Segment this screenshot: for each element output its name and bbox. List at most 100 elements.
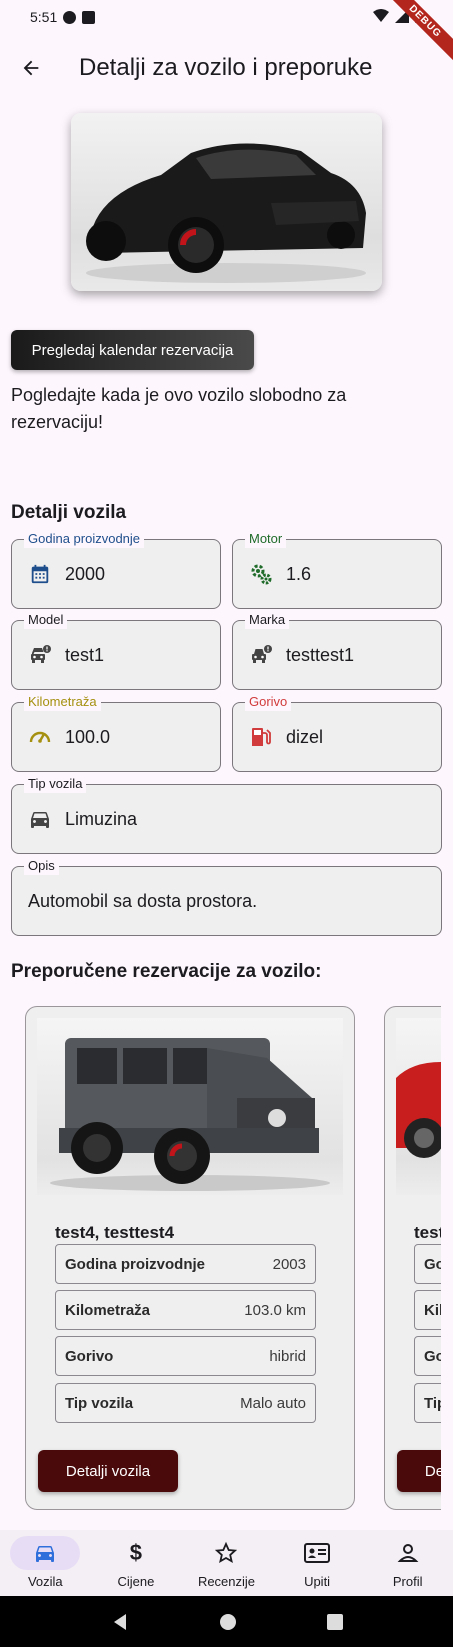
spec-value: Malo auto [240,1394,306,1412]
nav-item-profil[interactable]: Profil [362,1530,453,1596]
spec-row-year: Godina proizvodnje 2003 [55,1244,316,1284]
calendar-icon [27,561,53,587]
view-calendar-button[interactable]: Pregledaj kalendar rezervacija [11,330,254,370]
system-navigation-bar [0,1596,453,1647]
fuel-field-label: Gorivo [245,693,292,711]
engine-field-value: 1.6 [286,563,312,584]
status-time: 5:51 [30,9,58,25]
speedometer-icon [27,724,53,750]
nav-icon-wrap [373,1536,443,1570]
car-alert-icon [248,642,274,668]
nav-item-recenzije[interactable]: Recenzije [181,1530,272,1596]
description-field-value: Automobil sa dosta prostora. [28,890,258,911]
spec-key: Tip vozila [65,1394,134,1412]
nav-active-indicator [10,1536,81,1570]
fuel-icon [248,724,274,750]
brand-field[interactable]: Marka testtest1 [232,611,442,690]
vehicle-type-field[interactable]: Tip vozila Limuzina [11,775,442,854]
gears-icon [248,561,274,587]
vehicle-details-button[interactable]: Detalji vozila [397,1450,441,1492]
car-icon [27,806,53,832]
vehicle-type-field-value: Limuzina [65,808,138,829]
g-class-photo [50,1038,330,1191]
recommendation-card: test4, testtest4 Godina proizvodnje Kilo… [384,1006,441,1510]
spec-row-fuel: Gorivo hibrid [55,1336,316,1376]
recommendation-card: test4, testtest4 Godina proizvodnje 2003… [25,1006,355,1510]
home-circle-icon[interactable] [219,1613,237,1631]
mileage-field[interactable]: Kilometraža 100.0 [11,693,221,772]
spec-row-mileage: Kilometraža 103.0 km [55,1290,316,1330]
spec-row-year: Godina proizvodnje [414,1244,441,1284]
sd-card-icon [82,10,96,24]
nav-icon-wrap: $ [101,1536,171,1570]
spec-key: Gorivo [424,1347,441,1365]
nav-item-cijene[interactable]: $ Cijene [91,1530,182,1596]
spec-key: Gorivo [65,1347,114,1365]
year-field-value: 2000 [65,563,106,584]
nav-label: Cijene [117,1574,155,1589]
dollar-icon: $ [129,1540,143,1565]
calendar-description: Pogledajte kada je ovo vozilo slobodno z… [11,385,347,432]
status-notification-icons [63,10,96,24]
fuel-field[interactable]: Gorivo dizel [232,693,442,772]
car-alert-icon [27,642,53,668]
nav-item-upiti[interactable]: Upiti [272,1530,363,1596]
car-icon [36,1546,55,1562]
spec-value: 103.0 km [244,1301,306,1319]
arrow-back-icon [23,60,39,76]
description-field-label: Opis [24,857,59,875]
model-field[interactable]: Model test1 [11,611,221,690]
recommendations-carousel[interactable]: test4, testtest4 Godina proizvodnje 2003… [0,1000,441,1520]
bottom-navigation: Vozila $ Cijene Recenzije Upiti Profil [0,1530,453,1596]
red-car-photo [396,1062,441,1158]
fuel-field-value: dizel [286,726,324,747]
recommendations-heading: Preporučene rezervacije za vozilo: [11,961,322,982]
engine-field-label: Motor [245,530,287,548]
spec-row-type: Tip vozila [414,1383,441,1423]
mileage-field-value: 100.0 [65,726,111,747]
app-bar: Detalji za vozilo i preporuke [0,40,453,96]
model-field-value: test1 [65,644,105,665]
recents-square-icon[interactable] [326,1613,343,1630]
spec-value: hibrid [269,1347,306,1365]
spec-value: 2003 [272,1255,306,1273]
nav-label: Profil [392,1574,423,1589]
app-notification-icon [63,10,77,24]
vehicle-details-button[interactable]: Detalji vozila [38,1450,178,1492]
nav-icon-wrap [282,1536,352,1570]
vehicle-details-heading: Detalji vozila [11,502,127,523]
model-field-label: Model [24,611,68,629]
back-triangle-icon[interactable] [111,1613,129,1631]
spec-key: Tip vozila [424,1394,441,1412]
star-icon [215,1541,238,1563]
spec-row-fuel: Gorivo [414,1336,441,1376]
spec-key: Kilometraža [65,1301,151,1319]
nav-icon-wrap [191,1536,261,1570]
vehicle-image [71,113,382,291]
nav-label: Recenzije [197,1574,256,1589]
person-icon [397,1544,419,1562]
recommendation-image [37,1018,343,1195]
nav-item-vozila[interactable]: Vozila [0,1530,91,1596]
contact-card-icon [304,1543,331,1563]
spec-key: Godina proizvodnje [424,1255,441,1273]
brand-field-label: Marka [245,611,290,629]
year-field[interactable]: Godina proizvodnje 2000 [11,530,221,609]
engine-field[interactable]: Motor 1.6 [232,530,442,609]
recommendation-title: test4, testtest4 [55,1223,175,1242]
recommendation-image [396,1018,441,1195]
brand-field-value: testtest1 [286,644,355,665]
spec-key: Godina proizvodnje [65,1255,206,1273]
spec-row-mileage: Kilometraža [414,1290,441,1330]
vehicle-type-field-label: Tip vozila [24,775,87,793]
page-title: Detalji za vozilo i preporuke [79,54,373,81]
spec-key: Kilometraža [424,1301,441,1319]
recommendation-title: test4, testtest4 [414,1223,441,1242]
nav-label: Vozila [27,1574,63,1589]
spec-row-type: Tip vozila Malo auto [55,1383,316,1423]
mileage-field-label: Kilometraža [24,693,101,711]
year-field-label: Godina proizvodnje [24,530,145,548]
description-field[interactable]: Opis Automobil sa dosta prostora. [11,857,442,936]
back-button[interactable] [11,48,51,88]
suv-photo [86,143,366,283]
